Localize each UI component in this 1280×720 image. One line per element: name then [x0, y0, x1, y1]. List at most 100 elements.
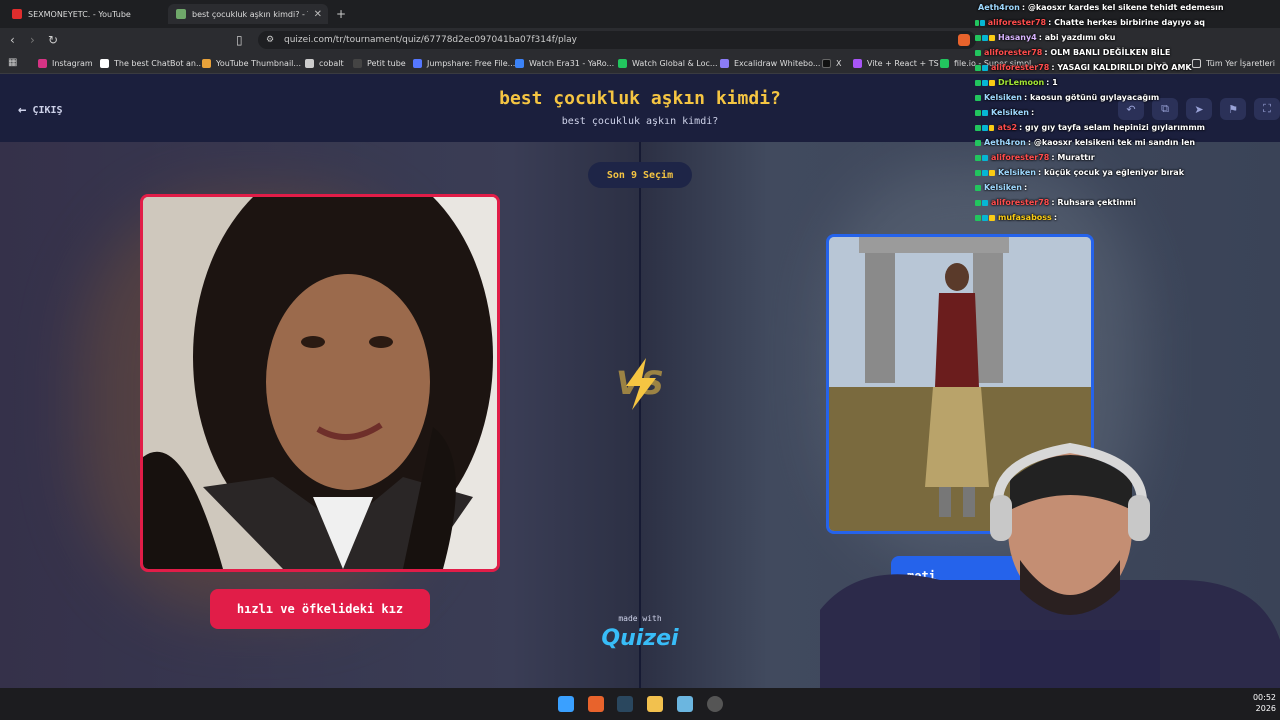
bookmark-item[interactable]: Instagram: [38, 56, 93, 70]
watch-global-icon: [618, 58, 627, 68]
streamer-webcam-illustration: [820, 442, 1280, 688]
petit-tube-icon: [353, 58, 362, 68]
tab-youtube[interactable]: SEXMONEYETC. - YouTube: [4, 4, 166, 24]
chat-badge-icon: [982, 154, 988, 161]
bookmark-item[interactable]: cobalt: [305, 56, 344, 70]
bookmark-item[interactable]: YouTube Thumbnail...: [202, 56, 301, 70]
chat-badge-icon: [975, 214, 981, 221]
vite-icon: [853, 58, 862, 68]
chat-username[interactable]: aliforester78: [991, 195, 1049, 210]
file-explorer-icon[interactable]: [647, 696, 663, 712]
chat-message: aliforester78: YASAGI KALDIRILDI DİYO AM…: [975, 60, 1205, 75]
chat-text: : Ruhsara çektinmi: [1051, 198, 1136, 207]
chat-username[interactable]: Kelsiken: [998, 165, 1036, 180]
cobalt-icon: [305, 58, 314, 68]
chat-message: DrLemoon: 1: [975, 75, 1205, 90]
chat-username[interactable]: Aeth4ron: [978, 0, 1020, 15]
chat-badge-icon: [988, 124, 995, 131]
center-divider: [639, 142, 641, 688]
steam-icon[interactable]: [617, 696, 633, 712]
round-badge: Son 9 Seçim: [588, 162, 692, 188]
chat-message: aliforester78: Murattır: [975, 150, 1205, 165]
vs-badge: VS: [606, 356, 674, 412]
exit-button[interactable]: ← ÇIKIŞ: [18, 102, 63, 118]
chat-username[interactable]: ats2: [997, 120, 1017, 135]
url-field[interactable]: ⚙ quizei.com/tr/tournament/quiz/67778d2e…: [258, 31, 976, 49]
chat-badge-icon: [981, 124, 988, 131]
tab-title: SEXMONEYETC. - YouTube: [28, 9, 131, 19]
page-title: best çocukluk aşkın kimdi?: [499, 88, 781, 109]
chatbot-icon: [100, 58, 109, 68]
bookmark-item[interactable]: Watch Era31 - YaRo...: [515, 56, 614, 70]
vs-text: VS: [616, 364, 664, 402]
thumbnail-icon: [202, 58, 211, 68]
system-clock[interactable]: 00:52 2026: [1236, 692, 1276, 714]
bookmark-item[interactable]: Vite + React + TS: [853, 56, 939, 70]
chat-badge-icon: [989, 214, 995, 221]
chat-username[interactable]: aliforester78: [991, 60, 1049, 75]
bookmark-item[interactable]: X: [822, 56, 841, 70]
chat-text: : @kaosxr kelsikeni tek mi sandın len: [1027, 138, 1196, 147]
left-choice-image[interactable]: [140, 194, 500, 572]
youtube-icon: [12, 9, 22, 19]
chat-text: : küçük çocuk ya eğleniyor bırak: [1037, 168, 1185, 177]
bookmark-item[interactable]: Excalidraw Whitebo...: [720, 56, 820, 70]
chat-badge-icon: [975, 109, 981, 116]
chat-username[interactable]: aliforester78: [988, 15, 1046, 30]
instagram-icon: [38, 58, 47, 68]
chat-username[interactable]: aliforester78: [991, 150, 1049, 165]
jumpshare-icon: [413, 58, 422, 68]
chat-username[interactable]: mufasaboss: [998, 210, 1052, 225]
chat-text: : Murattır: [1051, 153, 1095, 162]
bookmark-item[interactable]: The best ChatBot an...: [100, 56, 204, 70]
webcam-overlay: [820, 440, 1280, 688]
bookmark-icon[interactable]: ▯: [236, 34, 243, 46]
start-icon[interactable]: [558, 696, 574, 712]
site-info-icon[interactable]: ⚙: [266, 31, 274, 49]
close-tab-icon[interactable]: ✕: [314, 9, 322, 20]
chat-text: : gıy gıy tayfa selam hepinizi gıylarımm…: [1019, 123, 1206, 132]
quizei-logo[interactable]: Quizei: [580, 626, 700, 651]
chat-username[interactable]: aliforester78: [984, 45, 1042, 60]
bookmark-item[interactable]: Petit tube: [353, 56, 406, 70]
apps-grid-icon[interactable]: ▦: [8, 57, 17, 69]
chat-username[interactable]: Hasany4: [998, 30, 1037, 45]
chat-username[interactable]: DrLemoon: [998, 75, 1044, 90]
chat-badge-icon: [975, 19, 980, 26]
chat-badge-icon: [989, 79, 995, 86]
chat-text: :: [1053, 213, 1058, 222]
era31-icon: [515, 58, 524, 68]
chat-badge-icon: [975, 169, 981, 176]
obs-icon[interactable]: [707, 696, 723, 712]
flag-icon[interactable]: ⚑: [1220, 98, 1246, 120]
chat-badge-icon: [975, 34, 981, 41]
stream-chat-overlay: Aeth4ron: @kaosxr kardes kel sikene tehi…: [975, 0, 1224, 230]
windows-taskbar: 00:52 2026: [0, 688, 1280, 720]
chat-message: aliforester78: Ruhsara çektinmi: [975, 195, 1205, 210]
chat-username[interactable]: Kelsiken: [984, 90, 1022, 105]
chat-badge-icon: [982, 169, 988, 176]
left-choice-button[interactable]: hızlı ve öfkelideki kız: [210, 589, 430, 629]
fullscreen-icon[interactable]: ⛶: [1254, 98, 1280, 120]
brave-shield-icon[interactable]: [958, 34, 970, 46]
reload-icon[interactable]: ↻: [48, 34, 58, 46]
chat-message: Kelsiken: kaosun götünü gıylayacağım: [975, 90, 1205, 105]
image-viewer-icon[interactable]: [677, 696, 693, 712]
back-icon[interactable]: ‹: [10, 34, 15, 46]
chat-badge-icon: [975, 49, 981, 56]
bookmark-item[interactable]: Jumpshare: Free File...: [413, 56, 515, 70]
forward-icon[interactable]: ›: [30, 34, 35, 46]
chat-badge-icon: [975, 94, 981, 101]
chat-username[interactable]: Aeth4ron: [984, 135, 1026, 150]
tab-quizei[interactable]: best çocukluk aşkın kimdi? - Tie ✕: [168, 4, 328, 24]
bookmark-item[interactable]: Watch Global & Loc...: [618, 56, 718, 70]
chat-badge-icon: [975, 154, 981, 161]
chat-message: Kelsiken:: [975, 105, 1205, 120]
chat-message: Kelsiken:: [975, 180, 1205, 195]
chat-username[interactable]: Kelsiken: [984, 180, 1022, 195]
brave-browser-icon[interactable]: [588, 696, 604, 712]
chat-badge-icon: [975, 199, 981, 206]
chat-badge-icon: [982, 64, 988, 71]
chat-username[interactable]: Kelsiken: [991, 105, 1029, 120]
new-tab-button[interactable]: +: [336, 8, 346, 20]
